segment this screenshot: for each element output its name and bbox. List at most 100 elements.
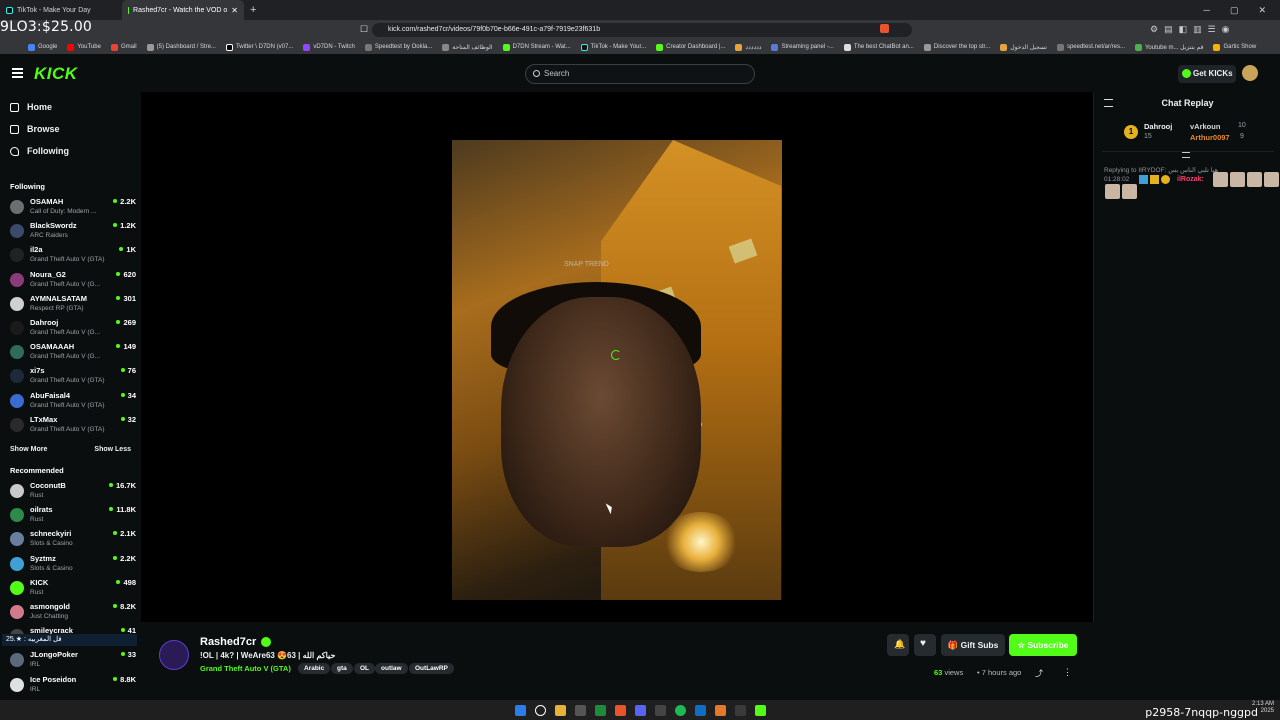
- gifter-name[interactable]: vArkoun: [1190, 122, 1220, 131]
- viewer-count: 34: [121, 391, 136, 400]
- search-input[interactable]: Search: [525, 64, 755, 84]
- bookmark-item[interactable]: (5) Dashboard / Stre...: [146, 43, 216, 51]
- address-bar-row: ☐ kick.com/rashed7cr/videos/79f0b70e-b66…: [0, 20, 1280, 40]
- channel-item[interactable]: asmongold Just Chatting 8.2K: [8, 601, 136, 625]
- menu-icon[interactable]: [12, 68, 23, 78]
- tag-chip[interactable]: gta: [331, 663, 353, 674]
- channel-item[interactable]: il2a Grand Theft Auto V (GTA) 1K: [8, 244, 136, 268]
- gift-subs-button[interactable]: 🎁 Gift Subs: [941, 634, 1005, 656]
- tag-chip[interactable]: OL: [354, 663, 376, 674]
- channel-item[interactable]: CoconutB Rust 16.7K: [8, 480, 136, 504]
- follow-button[interactable]: ♥: [914, 634, 936, 656]
- channel-avatar: [10, 484, 24, 498]
- bookmark-item[interactable]: D7DN Stream - Wat...: [502, 43, 571, 51]
- notification-bell-button[interactable]: 🔔: [887, 634, 909, 656]
- channel-name: OSAMAAAH: [30, 342, 75, 352]
- discord-icon[interactable]: [634, 704, 646, 716]
- obs-icon[interactable]: [654, 704, 666, 716]
- bookmark-page-icon[interactable]: ☐: [360, 24, 368, 35]
- channel-item[interactable]: OSAMAH Call of Duty: Modern ... 2.2K: [8, 196, 136, 220]
- channel-name[interactable]: Rashed7cr: [200, 636, 256, 648]
- tab-label: Rashed7cr - Watch the VOD o: [133, 6, 228, 14]
- terminal-icon[interactable]: [734, 704, 746, 716]
- windows-start-icon[interactable]: [514, 704, 526, 716]
- browser-tab-kick[interactable]: Rashed7cr - Watch the VOD o ✕: [122, 0, 244, 20]
- channel-item[interactable]: schneckyiri Slots & Casino 2.1K: [8, 528, 136, 552]
- browser-tab-tiktok[interactable]: TikTok - Make Your Day: [0, 0, 122, 20]
- channel-avatar: [10, 677, 24, 692]
- minimize-icon[interactable]: ─: [1204, 5, 1210, 16]
- show-less-button[interactable]: Show Less: [94, 446, 131, 453]
- bookmark-item[interactable]: vD7DN - Twitch: [303, 43, 355, 51]
- channel-item[interactable]: BlackSwordz ARC Raiders 1.2K: [8, 220, 136, 244]
- channel-item[interactable]: Syztmz Slots & Casino 2.2K: [8, 553, 136, 577]
- bookmark-item[interactable]: TikTok - Make Your...: [580, 43, 646, 51]
- tag-chip[interactable]: OutLawRP: [409, 663, 454, 674]
- bookmark-item[interactable]: Twitter \ D7DN (v07...: [225, 43, 293, 51]
- app-icon[interactable]: [754, 704, 766, 716]
- nav-browse[interactable]: Browse: [10, 124, 60, 134]
- more-options-icon[interactable]: ⋮: [1063, 667, 1072, 678]
- bookmark-item[interactable]: الوظائف المتاحة: [442, 43, 493, 51]
- gifter-name[interactable]: Arthur0097: [1190, 133, 1230, 142]
- channel-avatar[interactable]: [159, 640, 189, 670]
- gift-icon: 🎁: [947, 640, 961, 650]
- show-more-button[interactable]: Show More: [10, 446, 47, 453]
- bookmark-item[interactable]: دددددد: [735, 43, 761, 51]
- video-player[interactable]: SNAP TREND: [141, 92, 1093, 622]
- app-icon[interactable]: [714, 704, 726, 716]
- channel-item[interactable]: AYMNALSATAM Respect RP (GTA) 301: [8, 293, 136, 317]
- gifter-name[interactable]: Dahrooj: [1144, 122, 1172, 131]
- brave-shield-icon[interactable]: [880, 24, 889, 33]
- extensions-icon[interactable]: ⚙▤◧▥☰◉: [1150, 24, 1236, 35]
- brave-icon[interactable]: [614, 704, 626, 716]
- bookmark-item[interactable]: Gmail: [110, 43, 137, 51]
- bookmark-item[interactable]: Youtube m... قم بتنزيل: [1134, 43, 1203, 51]
- x-icon: [225, 43, 233, 51]
- url-field[interactable]: kick.com/rashed7cr/videos/79f0b70e-b66e-…: [372, 23, 912, 37]
- channel-item[interactable]: LTxMax Grand Theft Auto V (GTA) 32: [8, 414, 136, 438]
- bookmark-item[interactable]: Gartic Show: [1213, 43, 1256, 51]
- app-icon[interactable]: [694, 704, 706, 716]
- bookmark-item[interactable]: Google: [28, 43, 57, 51]
- file-explorer-icon[interactable]: [554, 704, 566, 716]
- stream-category[interactable]: Grand Theft Auto V (GTA): [200, 664, 291, 673]
- bookmark-item[interactable]: Streaming panel -...: [771, 43, 834, 51]
- kick-logo[interactable]: KICK: [34, 64, 78, 84]
- new-tab-button[interactable]: +: [244, 4, 262, 16]
- bookmark-item[interactable]: Discover the top str...: [923, 43, 990, 51]
- close-window-icon[interactable]: ✕: [1258, 5, 1266, 16]
- message-username[interactable]: ilRozak:: [1177, 176, 1204, 183]
- get-kicks-button[interactable]: Get KICKs: [1178, 65, 1236, 83]
- bookmark-item[interactable]: The best ChatBot an...: [843, 43, 914, 51]
- bookmark-item[interactable]: Creator Dashboard |...: [656, 43, 725, 51]
- subscribe-button[interactable]: ☆ Subscribe: [1009, 634, 1077, 656]
- user-avatar[interactable]: [1242, 65, 1258, 81]
- url-text: kick.com/rashed7cr/videos/79f0b70e-b66e-…: [388, 26, 601, 33]
- bookmark-item[interactable]: YouTube: [67, 43, 101, 51]
- channel-item[interactable]: AbuFaisal4 Grand Theft Auto V (GTA) 34: [8, 390, 136, 414]
- spotify-icon[interactable]: [674, 704, 686, 716]
- bookmark-item[interactable]: Speedtest by Ookla...: [364, 43, 432, 51]
- tag-chip[interactable]: outlaw: [375, 663, 408, 674]
- nav-home[interactable]: Home: [10, 102, 52, 112]
- app-icon[interactable]: [574, 704, 586, 716]
- nav-following[interactable]: Following: [10, 146, 69, 156]
- channel-item[interactable]: JLongoPoker IRL 33: [8, 649, 136, 673]
- maximize-icon[interactable]: ▢: [1230, 5, 1239, 16]
- chrome-icon[interactable]: [594, 704, 606, 716]
- channel-item[interactable]: oilrats Rust 11.8K: [8, 504, 136, 528]
- bookmark-item[interactable]: تسجيل الدخول: [1000, 43, 1047, 51]
- tag-chip[interactable]: Arabic: [298, 663, 331, 674]
- channel-item[interactable]: KICK Rust 498: [8, 577, 136, 601]
- channel-item[interactable]: Noura_G2 Grand Theft Auto V (G... 620: [8, 269, 136, 293]
- share-icon[interactable]: ⤴: [1035, 668, 1043, 679]
- close-tab-icon[interactable]: ✕: [231, 6, 238, 15]
- channel-item[interactable]: Dahrooj Grand Theft Auto V (G... 269: [8, 317, 136, 341]
- channel-item[interactable]: OSAMAAAH Grand Theft Auto V (G... 149: [8, 341, 136, 365]
- search-icon[interactable]: [534, 704, 546, 716]
- bookmark-item[interactable]: speedtest.net/ar/res...: [1056, 43, 1125, 51]
- channel-item[interactable]: xi7s Grand Theft Auto V (GTA) 76: [8, 365, 136, 389]
- channel-item[interactable]: Ice Poseidon IRL 8.8K: [8, 674, 136, 698]
- filter-icon[interactable]: [1182, 152, 1190, 158]
